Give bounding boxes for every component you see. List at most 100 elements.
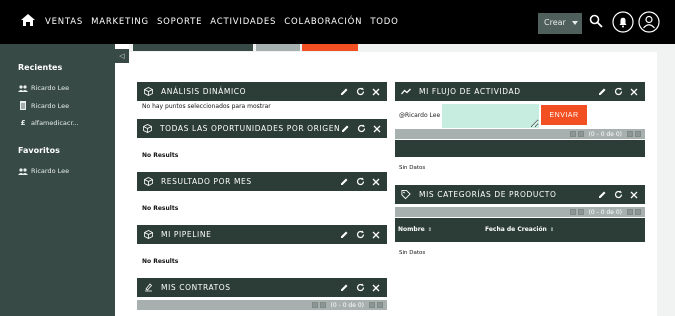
dashlet-header-categorias: MIS CATEGORÍAS DE PRODUCTO (395, 185, 645, 204)
sidebar-item-label: Ricardo Lee (31, 84, 70, 92)
add-dashboard-tab[interactable] (302, 44, 358, 51)
edit-icon[interactable] (339, 87, 349, 97)
prev-page-button[interactable] (577, 209, 584, 215)
edit-icon[interactable] (597, 190, 607, 200)
main-nav: VENTAS MARKETING SOPORTE ACTIVIDADES COL… (45, 17, 407, 27)
sidebar-recent-item[interactable]: Ricardo Lee (18, 84, 69, 92)
top-navbar: VENTAS MARKETING SOPORTE ACTIVIDADES COL… (0, 0, 675, 44)
nav-soporte[interactable]: SOPORTE (157, 17, 202, 27)
pagination-count: (0 - 0 de 0) (588, 208, 622, 216)
home-icon[interactable] (20, 12, 36, 28)
refresh-icon[interactable] (356, 124, 366, 134)
next-page-button[interactable] (627, 131, 633, 137)
column-label: Fecha de Creación (485, 226, 547, 233)
edit-icon[interactable] (597, 87, 607, 97)
dashlet-title: TODAS LAS OPORTUNIDADES POR ORIGEN (160, 124, 341, 133)
edit-icon[interactable] (339, 230, 349, 240)
contract-icon (143, 283, 153, 292)
dashboard-tab-active[interactable] (133, 44, 253, 51)
next-page-button[interactable] (369, 302, 375, 308)
cube-icon (143, 87, 153, 96)
dashlet-header-pipeline: MI PIPELINE (137, 225, 387, 244)
dashlet-title: MI FLUJO DE ACTIVIDAD (419, 87, 521, 96)
refresh-icon[interactable] (355, 177, 365, 187)
close-icon[interactable] (372, 124, 382, 134)
dashlet-title: MIS CATEGORÍAS DE PRODUCTO (419, 190, 557, 199)
sidebar-item-label: Ricardo Lee (31, 167, 70, 175)
close-icon[interactable] (629, 190, 639, 200)
last-page-button[interactable] (635, 131, 641, 137)
edit-icon[interactable] (339, 177, 349, 187)
document-icon (20, 101, 26, 110)
sidebar-recent-item[interactable]: £ alfamedicacr... (18, 119, 79, 127)
pagination-bar: (0 - 0 de 0) (395, 129, 645, 139)
edit-icon[interactable] (340, 124, 350, 134)
contacts-icon (18, 84, 28, 92)
refresh-icon[interactable] (355, 87, 365, 97)
activity-stream-icon (401, 88, 411, 95)
sidebar-item-label: alfamedicacr... (31, 119, 79, 127)
cube-icon (143, 124, 152, 133)
activity-post-input[interactable] (442, 104, 539, 128)
cube-icon (143, 177, 153, 186)
dashlet-title: ANÁLISIS DINÁMICO (161, 87, 247, 96)
last-page-button[interactable] (635, 209, 641, 215)
dashlet-empty-message: No Results (142, 258, 179, 265)
sidebar-favorite-item[interactable]: Ricardo Lee (18, 167, 69, 175)
last-page-button[interactable] (377, 302, 383, 308)
cube-icon (143, 230, 153, 239)
pagination-bar: (0 - 0 de 0) (395, 207, 645, 217)
notification-bell-icon[interactable] (612, 11, 634, 33)
nav-actividades[interactable]: ACTIVIDADES (210, 17, 276, 27)
dashlet-empty-message: No Results (142, 205, 179, 212)
tag-icon (401, 189, 411, 200)
column-label: Nombre (398, 226, 425, 233)
activity-empty-message: Sin Datos (399, 165, 426, 171)
nav-ventas[interactable]: VENTAS (45, 17, 83, 27)
first-page-button[interactable] (569, 209, 576, 215)
dashlet-empty-message: No hay puntos seleccionados para mostrar (142, 103, 271, 110)
close-icon[interactable] (371, 230, 381, 240)
edit-icon[interactable] (339, 283, 349, 293)
next-page-button[interactable] (627, 209, 633, 215)
activity-list-header (395, 140, 645, 157)
table-empty-message: Sin Datos (399, 250, 426, 256)
sidebar-recent-item[interactable]: Ricardo Lee (18, 101, 69, 110)
create-button[interactable]: Crear (538, 13, 582, 34)
sidebar-toggle[interactable]: ◁ (115, 49, 129, 63)
sidebar-item-label: Ricardo Lee (31, 101, 70, 110)
nav-colaboracion[interactable]: COLABORACIÓN (284, 17, 362, 27)
first-page-button[interactable] (569, 131, 576, 137)
contacts-icon (18, 167, 28, 175)
chevron-down-icon (572, 21, 578, 25)
prev-page-button[interactable] (319, 302, 326, 308)
nav-todo[interactable]: TODO (370, 17, 398, 27)
first-page-button[interactable] (311, 302, 318, 308)
dashlet-header-oportunidades: TODAS LAS OPORTUNIDADES POR ORIGEN (137, 119, 387, 138)
dashlet-header-contratos: MIS CONTRATOS (137, 278, 387, 297)
column-header-fecha[interactable]: Fecha de Creación ⇕ (485, 226, 554, 233)
pagination-bar: (0 - 0 de 0) (137, 300, 387, 310)
nav-marketing[interactable]: MARKETING (91, 17, 149, 27)
pound-icon: £ (20, 119, 26, 127)
refresh-icon[interactable] (355, 230, 365, 240)
dashlet-title: RESULTADO POR MES (161, 177, 252, 186)
dashlet-header-actividad: MI FLUJO DE ACTIVIDAD (395, 82, 645, 101)
column-header-nombre[interactable]: Nombre ⇕ (398, 226, 432, 233)
close-icon[interactable] (371, 87, 381, 97)
search-icon[interactable] (589, 14, 603, 28)
prev-page-button[interactable] (577, 131, 584, 137)
close-icon[interactable] (371, 177, 381, 187)
sort-icon: ⇕ (549, 226, 555, 233)
refresh-icon[interactable] (613, 190, 623, 200)
pagination-count: (0 - 0 de 0) (588, 130, 622, 138)
close-icon[interactable] (629, 87, 639, 97)
close-icon[interactable] (371, 283, 381, 293)
dashlet-header-resultado: RESULTADO POR MES (137, 172, 387, 191)
send-button[interactable]: ENVIAR (541, 105, 587, 125)
dashlet-empty-message: No Results (142, 152, 179, 159)
refresh-icon[interactable] (355, 283, 365, 293)
dashboard-tab[interactable] (256, 44, 300, 51)
user-menu-icon[interactable] (638, 11, 660, 33)
refresh-icon[interactable] (613, 87, 623, 97)
